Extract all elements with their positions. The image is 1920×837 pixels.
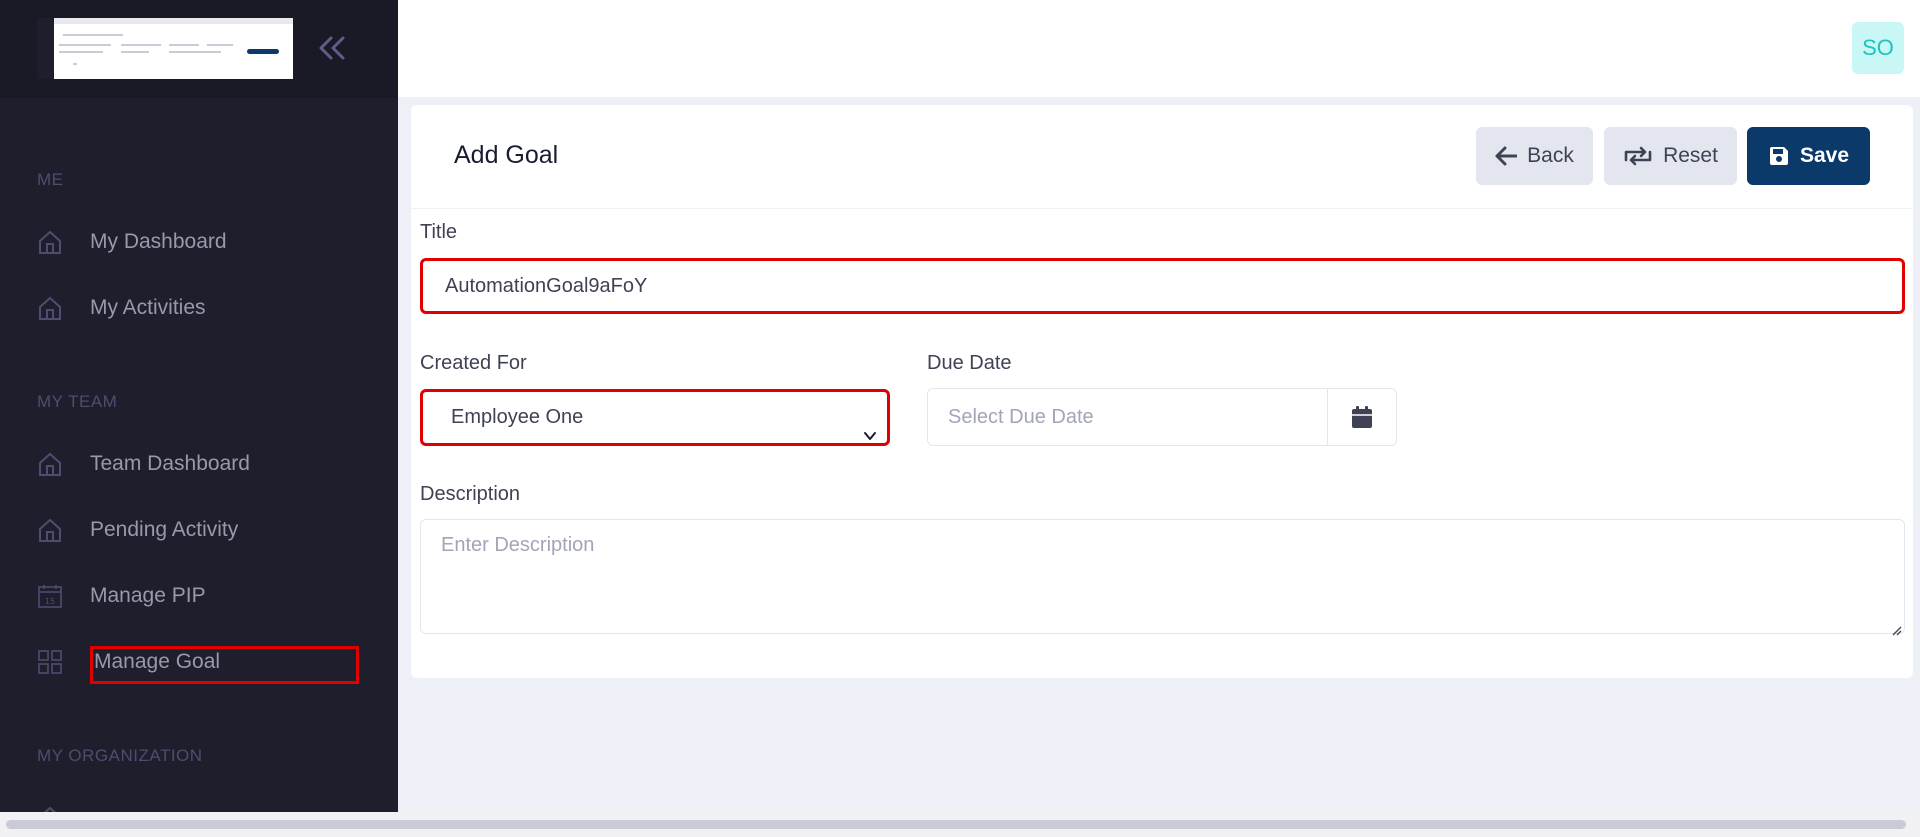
sidebar-item-my-dashboard[interactable]: My Dashboard bbox=[0, 216, 398, 268]
reset-button-label: Reset bbox=[1663, 144, 1718, 167]
sidebar-item-manage-pip[interactable]: 15 Manage PIP bbox=[0, 570, 398, 622]
logo-thumbnail bbox=[37, 18, 293, 79]
title-label: Title bbox=[420, 221, 458, 243]
title-input[interactable]: AutomationGoal9aFoY bbox=[420, 258, 1905, 314]
due-date-group: Select Due Date bbox=[927, 388, 1397, 446]
double-chevron-left-icon[interactable] bbox=[314, 30, 350, 66]
sidebar-item-label: My Activities bbox=[90, 296, 206, 319]
repeat-icon bbox=[1623, 146, 1653, 166]
description-placeholder: Enter Description bbox=[441, 534, 595, 556]
sidebar-item-label: Manage Goal bbox=[94, 650, 221, 673]
svg-text:15: 15 bbox=[45, 597, 55, 606]
home-icon bbox=[37, 295, 63, 321]
created-for-select[interactable]: Employee One bbox=[420, 389, 890, 446]
due-date-label: Due Date bbox=[927, 352, 1012, 374]
chevron-down-icon bbox=[863, 412, 877, 440]
add-goal-card: Add Goal Back Reset Save Title Automatio… bbox=[411, 105, 1913, 678]
sidebar-item-cut-off[interactable] bbox=[0, 792, 398, 812]
page-title: Add Goal bbox=[454, 141, 559, 169]
arrow-left-icon bbox=[1495, 146, 1518, 166]
back-button[interactable]: Back bbox=[1476, 127, 1593, 185]
save-button-label: Save bbox=[1799, 144, 1850, 167]
sidebar-item-manage-goal[interactable]: Manage Goal bbox=[0, 636, 398, 688]
reset-button[interactable]: Reset bbox=[1604, 127, 1737, 185]
sidebar-header bbox=[0, 0, 398, 98]
scrollbar-thumb[interactable] bbox=[6, 820, 1906, 829]
description-textarea[interactable]: Enter Description bbox=[420, 519, 1905, 636]
home-icon bbox=[37, 451, 63, 477]
created-for-label: Created For bbox=[420, 352, 527, 374]
sidebar-item-label: Team Dashboard bbox=[90, 452, 250, 475]
floppy-disk-icon bbox=[1768, 145, 1790, 167]
due-date-input[interactable]: Select Due Date bbox=[928, 389, 1328, 445]
sidebar-item-label: Pending Activity bbox=[90, 518, 239, 541]
created-for-value: Employee One bbox=[451, 406, 584, 428]
home-icon bbox=[37, 517, 63, 543]
section-label-my-team: MY TEAM bbox=[37, 392, 118, 411]
save-button[interactable]: Save bbox=[1747, 127, 1870, 185]
section-label-me: ME bbox=[37, 170, 64, 189]
sidebar-item-my-activities[interactable]: My Activities bbox=[0, 282, 398, 334]
description-label: Description bbox=[420, 483, 521, 505]
sidebar-item-pending-activity[interactable]: Pending Activity bbox=[0, 504, 398, 556]
back-button-label: Back bbox=[1527, 144, 1574, 167]
calendar-icon: 15 bbox=[37, 583, 63, 609]
home-icon bbox=[37, 229, 63, 255]
horizontal-scrollbar[interactable] bbox=[0, 812, 1920, 837]
section-label-my-organization: MY ORGANIZATION bbox=[37, 746, 203, 765]
home-icon bbox=[37, 805, 63, 812]
sidebar-item-team-dashboard[interactable]: Team Dashboard bbox=[0, 438, 398, 490]
resize-handle-icon[interactable] bbox=[1890, 619, 1902, 636]
grid-icon bbox=[37, 649, 63, 675]
card-header: Add Goal Back Reset Save bbox=[411, 105, 1913, 209]
sidebar-item-label: My Dashboard bbox=[90, 230, 227, 253]
calendar-icon[interactable] bbox=[1327, 389, 1396, 445]
top-bar: SO bbox=[398, 0, 1920, 97]
sidebar: ME My Dashboard My Activities MY TEAM Te… bbox=[0, 0, 398, 812]
user-avatar[interactable]: SO bbox=[1852, 22, 1904, 74]
sidebar-item-label: Manage PIP bbox=[90, 584, 206, 607]
